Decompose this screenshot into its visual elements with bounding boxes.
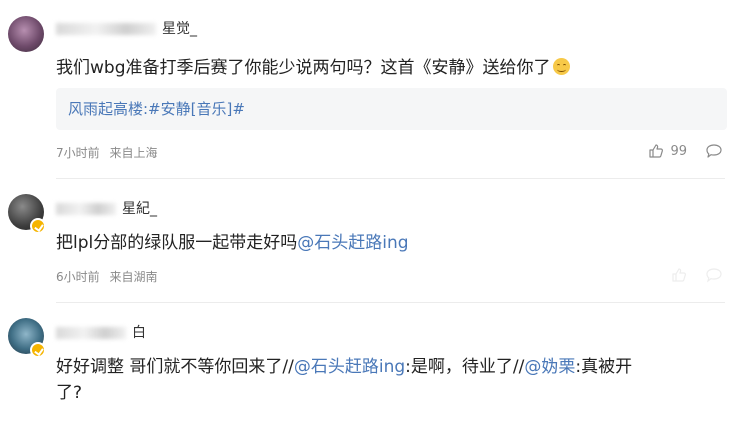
comment-text-part: :是啊，待业了// [405, 357, 525, 377]
comment-actions [671, 267, 723, 283]
username-tail: 白 [132, 325, 146, 341]
smile-emoji-icon [552, 58, 570, 75]
verified-badge-icon [30, 218, 46, 234]
thumbs-up-icon[interactable] [671, 267, 687, 283]
thumbs-up-icon[interactable] [648, 143, 664, 159]
like-count: 99 [670, 143, 687, 159]
verified-badge-icon [30, 342, 46, 358]
comment-meta: 7小时前 来自上海 [56, 144, 157, 161]
username-tail: 星觉_ [162, 21, 197, 37]
mention-link[interactable]: @妫栗 [524, 357, 575, 377]
mention-link[interactable]: @石头赶路ing [294, 357, 405, 377]
comment-actions: 99 [648, 143, 723, 159]
comment-text: 好好调整 哥们就不等你回来了//@石头赶路ing:是啊，待业了//@妫栗:真被开… [56, 354, 725, 406]
comment-3: 白 好好调整 哥们就不等你回来了//@石头赶路ing:是啊，待业了//@妫栗:真… [0, 302, 739, 423]
timestamp: 7小时前 [56, 146, 100, 160]
comment-1: 星觉_ 我们wbg准备打季后赛了你能少说两句吗？这首《安静》送给你了 风雨起高楼… [0, 0, 739, 178]
location: 来自湖南 [109, 270, 158, 284]
username-tail: 星紀_ [122, 201, 157, 217]
location: 来自上海 [109, 146, 158, 160]
avatar[interactable] [8, 16, 44, 52]
comment-text-body: 我们wbg准备打季后赛了你能少说两句吗？这首《安静》送给你了 [56, 58, 551, 78]
comment-text-part: :真被开 [575, 357, 633, 377]
username-blur [56, 23, 156, 35]
quoted-music-link[interactable]: 风雨起高楼:#安静[音乐]# [56, 88, 727, 130]
username[interactable]: 白 [56, 322, 146, 342]
reply-icon[interactable] [705, 267, 723, 283]
username[interactable]: 星觉_ [56, 18, 197, 38]
comment-meta: 6小时前 来自湖南 [56, 268, 157, 285]
reply-icon[interactable] [705, 143, 723, 159]
username-blur [56, 327, 126, 339]
username-blur [56, 203, 116, 215]
comment-text-part: 了? [56, 383, 83, 403]
comment-text-body: 把lpl分部的绿队服一起带走好吗 [56, 233, 298, 253]
username[interactable]: 星紀_ [56, 198, 157, 218]
comment-text-part: 好好调整 哥们就不等你回来了// [56, 357, 294, 377]
comment-text: 我们wbg准备打季后赛了你能少说两句吗？这首《安静》送给你了 [56, 55, 725, 81]
mention-link[interactable]: @石头赶路ing [297, 233, 408, 253]
comment-text: 把lpl分部的绿队服一起带走好吗@石头赶路ing [56, 230, 725, 256]
timestamp: 6小时前 [56, 270, 100, 284]
comment-2: 星紀_ 把lpl分部的绿队服一起带走好吗@石头赶路ing 6小时前 来自湖南 [0, 178, 739, 302]
